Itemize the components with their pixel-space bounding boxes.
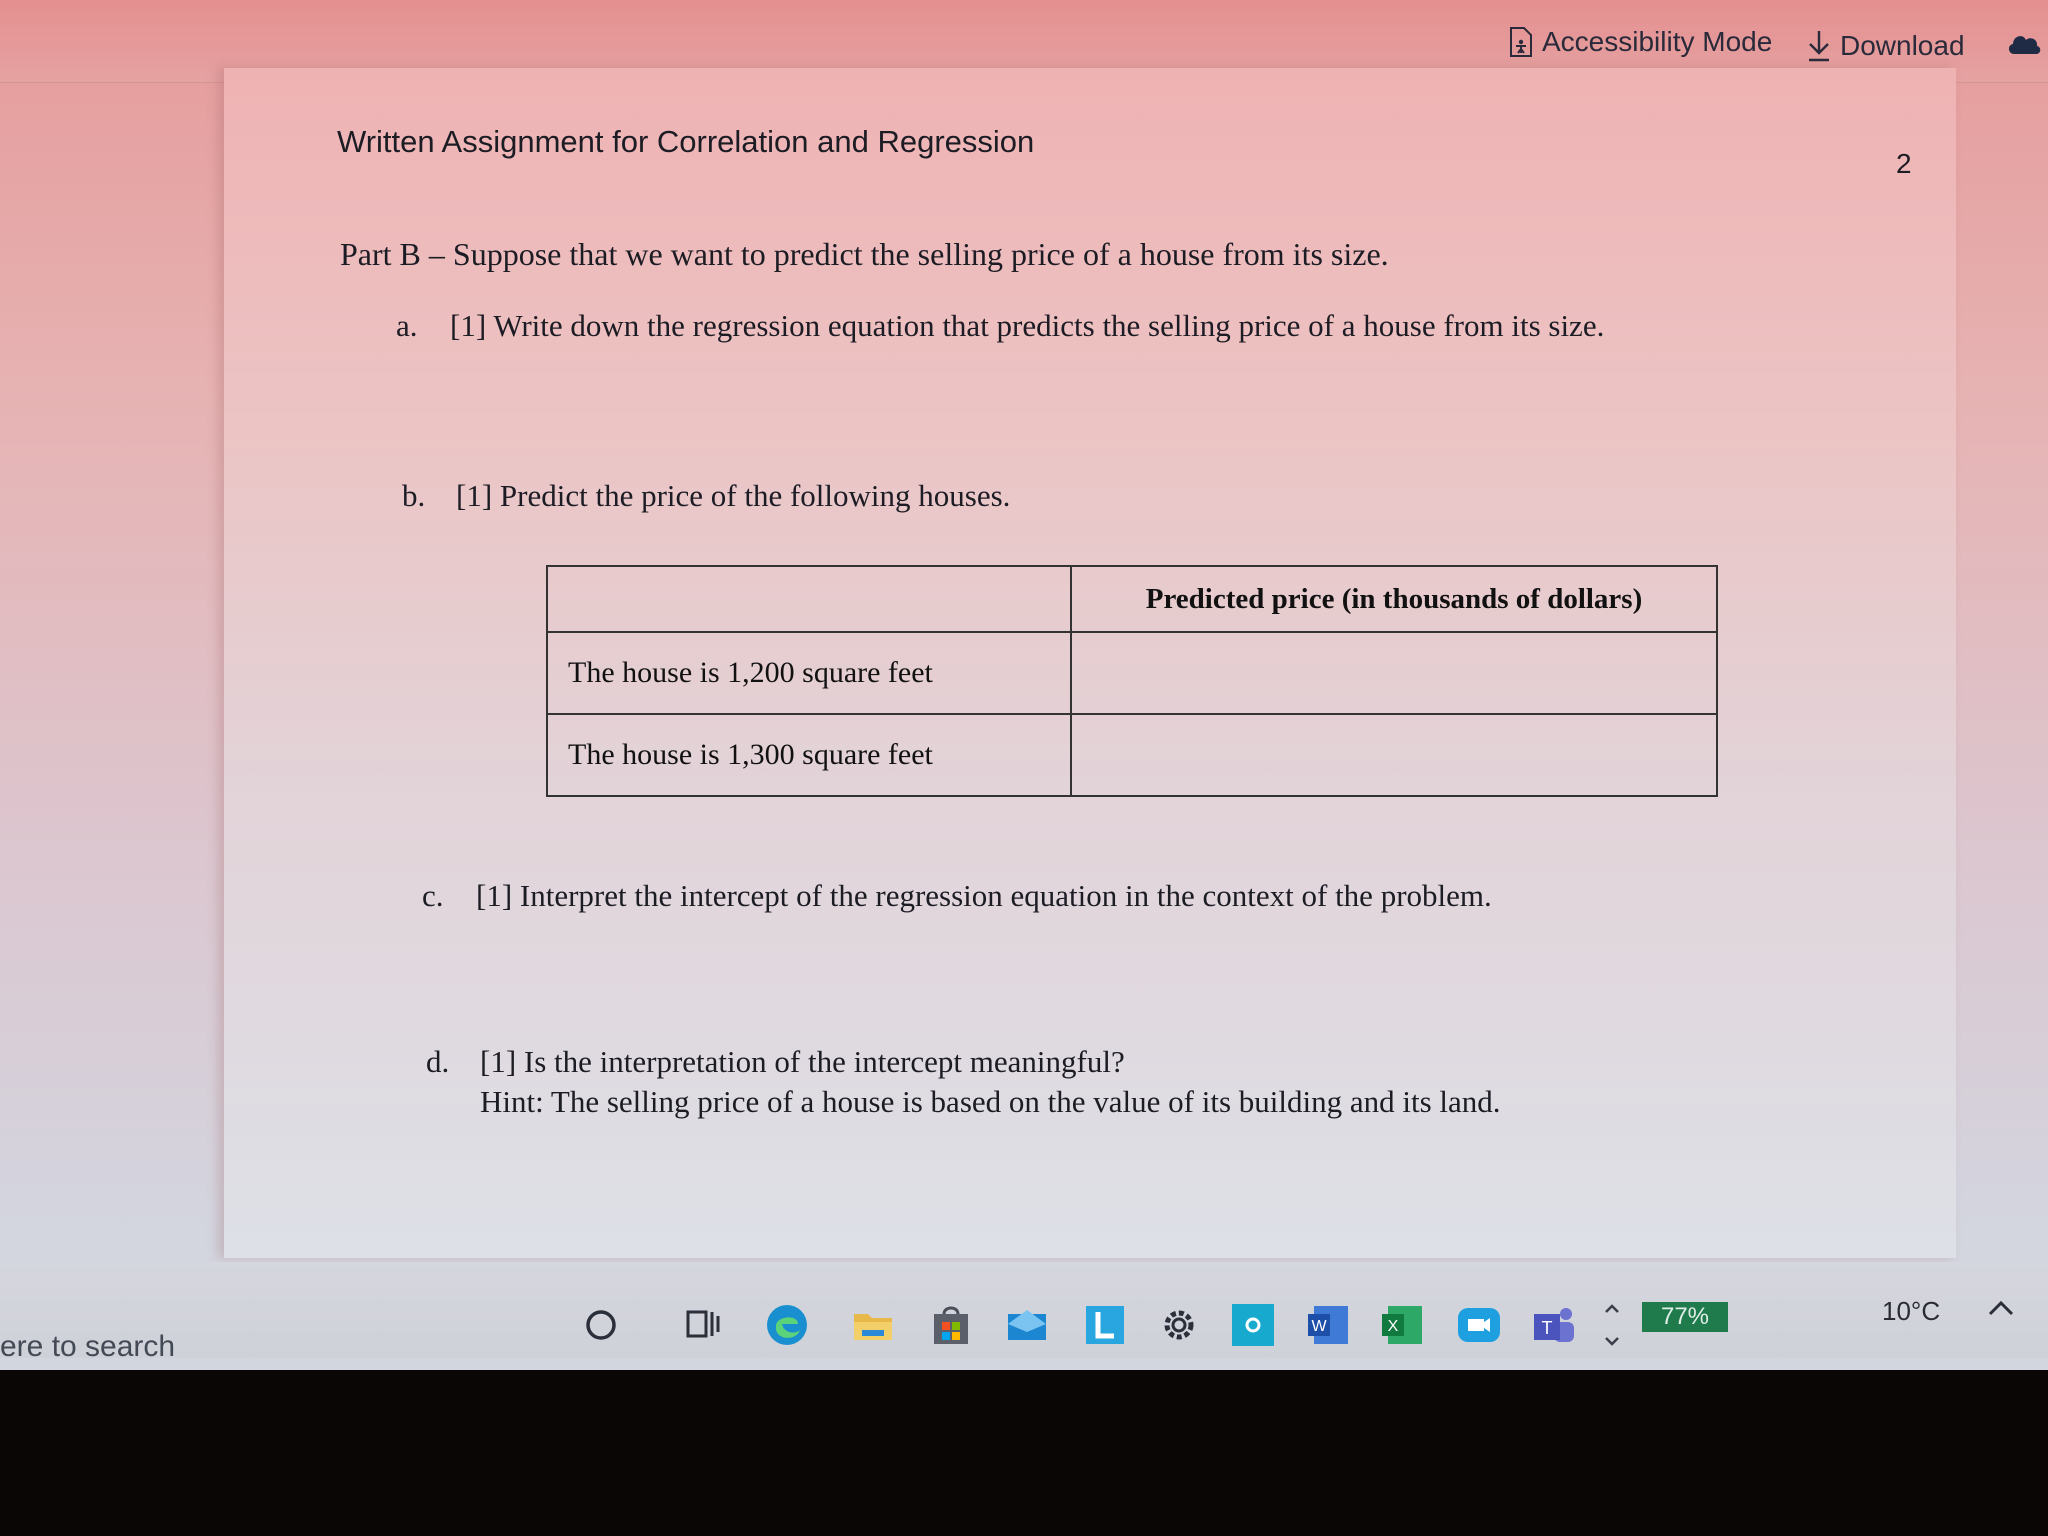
- table-row: The house is 1,300 square feet: [546, 713, 1718, 797]
- question-b: b. [1] Predict the price of the following…: [402, 478, 1010, 514]
- screen: Accessibility Mode Download Written Assi…: [0, 0, 2048, 1536]
- monitor-bezel: [0, 1370, 2048, 1536]
- part-b-prompt: Part B – Suppose that we want to predict…: [340, 236, 1389, 272]
- video-meeting-icon[interactable]: [1456, 1302, 1502, 1348]
- question-a: a. [1] Write down the regression equation…: [396, 308, 1604, 344]
- prediction-table: Predicted price (in thousands of dollars…: [546, 565, 1718, 797]
- task-view-icon[interactable]: [680, 1302, 726, 1348]
- file-explorer-icon[interactable]: [850, 1302, 896, 1348]
- question-c: c. [1] Interpret the intercept of the reg…: [422, 878, 1492, 914]
- store-icon[interactable]: [928, 1302, 974, 1348]
- excel-icon[interactable]: X: [1380, 1302, 1426, 1348]
- question-d: d. [1] Is the interpretation of the inter…: [426, 1044, 1501, 1120]
- taskbar-search-box[interactable]: ere to search: [0, 1330, 175, 1364]
- cloud-icon[interactable]: [2006, 30, 2042, 56]
- question-a-label: a.: [396, 308, 418, 343]
- scroll-arrows-icon[interactable]: [1598, 1302, 1626, 1348]
- svg-text:T: T: [1542, 1318, 1553, 1338]
- mail-icon[interactable]: [1004, 1302, 1050, 1348]
- edge-browser-icon[interactable]: [764, 1302, 810, 1348]
- battery-indicator[interactable]: 77%: [1642, 1302, 1728, 1332]
- table-header-row: Predicted price (in thousands of dollars…: [546, 565, 1718, 633]
- accessibility-mode-label: Accessibility Mode: [1542, 26, 1773, 57]
- question-a-text: [1] Write down the regression equation t…: [450, 308, 1605, 343]
- launcher-l-icon[interactable]: [1082, 1302, 1128, 1348]
- table-header-cell: [546, 565, 1072, 633]
- document-title: Written Assignment for Correlation and R…: [337, 124, 1035, 159]
- table-cell: [1070, 631, 1718, 715]
- table-row: The house is 1,200 square feet: [546, 631, 1718, 715]
- table-header-cell: Predicted price (in thousands of dollars…: [1070, 565, 1718, 633]
- weather-temperature[interactable]: 10°C: [1882, 1296, 1940, 1327]
- svg-text:W: W: [1311, 1318, 1327, 1335]
- question-c-label: c.: [422, 878, 444, 913]
- download-icon: [1809, 31, 1829, 62]
- table-cell: [1070, 713, 1718, 797]
- cortana-icon[interactable]: [578, 1302, 624, 1348]
- chevron-up-icon[interactable]: [1986, 1298, 2016, 1318]
- page-number: 2: [1896, 148, 1912, 179]
- download-label: Download: [1840, 30, 1965, 61]
- question-d-text: [1] Is the interpretation of the interce…: [480, 1044, 1125, 1079]
- question-d-label: d.: [426, 1044, 450, 1079]
- question-c-text: [1] Interpret the intercept of the regre…: [476, 878, 1492, 913]
- document-page: Written Assignment for Correlation and R…: [224, 68, 1956, 1258]
- table-cell: The house is 1,200 square feet: [546, 631, 1072, 715]
- teams-icon[interactable]: T: [1530, 1302, 1576, 1348]
- table-cell: The house is 1,300 square feet: [546, 713, 1072, 797]
- app-gear-tile-icon[interactable]: [1230, 1302, 1276, 1348]
- question-b-text: [1] Predict the price of the following h…: [456, 478, 1011, 513]
- word-icon[interactable]: W: [1306, 1302, 1352, 1348]
- accessibility-mode-button[interactable]: Accessibility Mode: [1508, 22, 1772, 62]
- download-button[interactable]: Download: [1806, 26, 1965, 66]
- svg-text:X: X: [1388, 1318, 1399, 1335]
- document-accessibility-icon: [1510, 27, 1532, 57]
- question-b-label: b.: [402, 478, 426, 513]
- settings-gear-icon[interactable]: [1156, 1302, 1202, 1348]
- question-d-hint: Hint: The selling price of a house is ba…: [480, 1084, 1501, 1119]
